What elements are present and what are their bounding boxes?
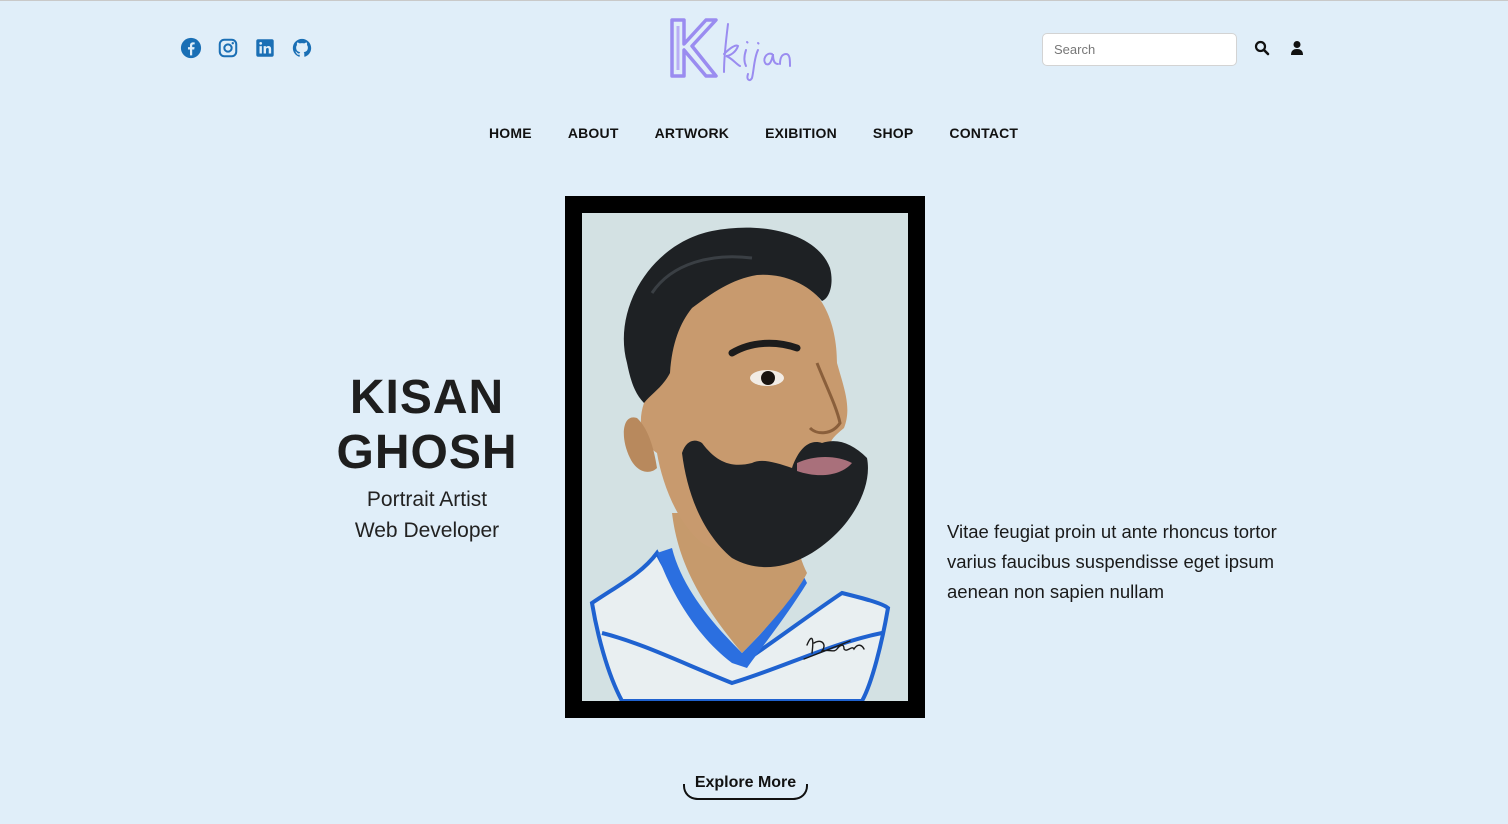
- nav-contact[interactable]: CONTACT: [949, 125, 1018, 141]
- github-icon[interactable]: [291, 37, 313, 59]
- role-web-developer: Web Developer: [354, 519, 500, 542]
- brand-logo[interactable]: [668, 14, 803, 82]
- hero-name: KISAN GHOSH: [300, 370, 554, 480]
- explore-more-button[interactable]: Explore More: [683, 770, 808, 800]
- hero-name-first: KISAN: [349, 371, 505, 424]
- nav-about[interactable]: ABOUT: [568, 125, 619, 141]
- search-icon[interactable]: [1254, 40, 1270, 56]
- portrait-image: [582, 213, 908, 701]
- facebook-icon[interactable]: [180, 37, 202, 59]
- nav-artwork[interactable]: ARTWORK: [655, 125, 730, 141]
- hero-description: Vitae feugiat proin ut ante rhoncus tort…: [947, 521, 1277, 602]
- main-nav: HOME ABOUT ARTWORK EXIBITION SHOP CONTAC…: [489, 125, 1018, 141]
- linkedin-icon[interactable]: [254, 37, 276, 59]
- hero-name-last: GHOSH: [336, 426, 518, 479]
- search-input[interactable]: [1042, 33, 1237, 66]
- nav-home[interactable]: HOME: [489, 125, 532, 141]
- page: HOME ABOUT ARTWORK EXIBITION SHOP CONTAC…: [0, 0, 1508, 824]
- instagram-icon[interactable]: [217, 37, 239, 59]
- search-box: [1042, 33, 1237, 66]
- social-links: [180, 37, 313, 59]
- nav-shop[interactable]: SHOP: [873, 125, 913, 141]
- nav-exibition[interactable]: EXIBITION: [765, 125, 837, 141]
- user-icon[interactable]: [1289, 40, 1305, 56]
- top-divider: [0, 0, 1508, 1]
- portrait-frame: [565, 196, 925, 718]
- role-portrait-artist: Portrait Artist: [366, 488, 488, 511]
- hero-roles: Portrait Artist Web Developer: [300, 484, 554, 546]
